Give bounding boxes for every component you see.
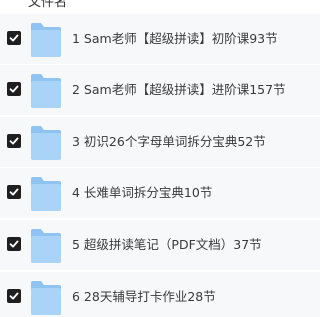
folder-icon — [31, 281, 61, 315]
row-checkbox[interactable] — [7, 185, 21, 199]
file-name[interactable]: 2 Sam老师【超级拼读】进阶课157节 — [72, 65, 286, 115]
row-checkbox[interactable] — [7, 31, 21, 45]
folder-icon — [31, 229, 61, 263]
checkmark-icon — [9, 34, 19, 42]
row-checkbox[interactable] — [7, 82, 21, 96]
checkmark-icon — [9, 137, 19, 145]
file-name[interactable]: 6 28天辅导打卡作业28节 — [72, 272, 216, 317]
checkmark-icon — [9, 188, 19, 196]
checkmark-icon — [9, 85, 19, 93]
file-row[interactable]: 6 28天辅导打卡作业28节 — [0, 272, 320, 317]
file-row[interactable]: 3 初识26个字母单词拆分宝典52节 — [0, 117, 320, 167]
column-header-label[interactable]: 文件名 — [28, 0, 67, 10]
file-row[interactable]: 5 超级拼读笔记（PDF文档）37节 — [0, 220, 320, 270]
row-checkbox[interactable] — [7, 237, 21, 251]
folder-icon — [31, 177, 61, 211]
file-name[interactable]: 3 初识26个字母单词拆分宝典52节 — [72, 117, 266, 167]
column-header[interactable]: 文件名 — [0, 0, 320, 10]
file-row[interactable]: 2 Sam老师【超级拼读】进阶课157节 — [0, 65, 320, 115]
file-name[interactable]: 5 超级拼读笔记（PDF文档）37节 — [72, 220, 262, 270]
file-name[interactable]: 4 长难单词拆分宝典10节 — [72, 168, 212, 218]
file-row[interactable]: 4 长难单词拆分宝典10节 — [0, 168, 320, 218]
row-checkbox[interactable] — [7, 289, 21, 303]
file-row[interactable]: 1 Sam老师【超级拼读】初阶课93节 — [0, 14, 320, 64]
folder-icon — [31, 23, 61, 57]
checkmark-icon — [9, 292, 19, 300]
file-list: 文件名 1 Sam老师【超级拼读】初阶课93节 2 Sam老师【超级拼读】进阶课… — [0, 0, 320, 317]
file-name[interactable]: 1 Sam老师【超级拼读】初阶课93节 — [72, 14, 278, 64]
checkmark-icon — [9, 240, 19, 248]
folder-icon — [31, 74, 61, 108]
folder-icon — [31, 126, 61, 160]
row-checkbox[interactable] — [7, 134, 21, 148]
sort-desc-icon[interactable] — [60, 0, 68, 1]
